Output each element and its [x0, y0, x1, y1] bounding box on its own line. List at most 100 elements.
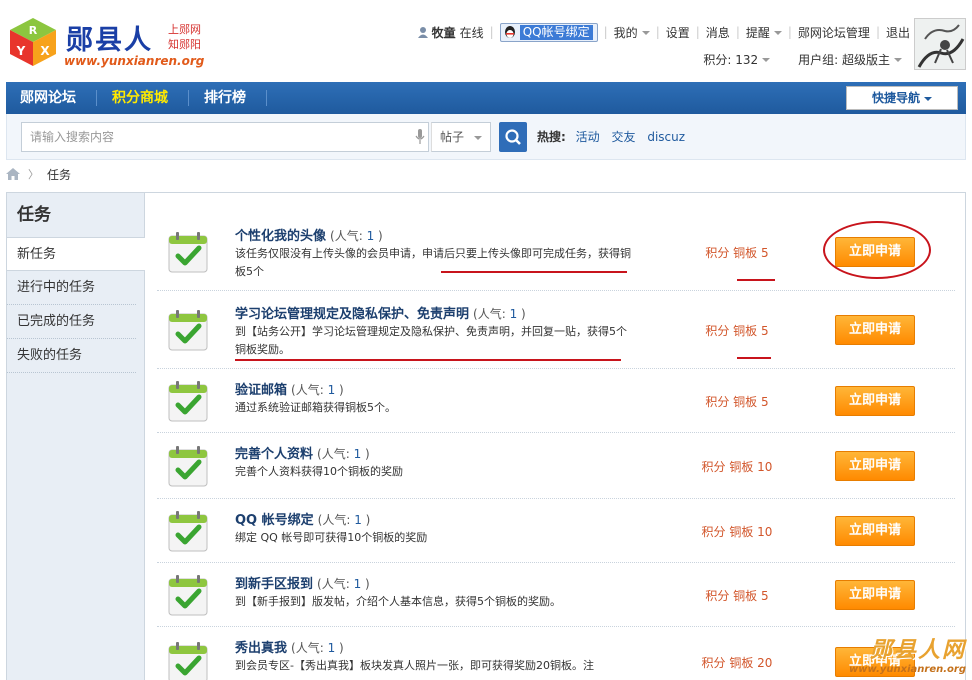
task-name-text: 到新手区报到: [235, 577, 314, 592]
user-icon: [417, 27, 428, 38]
hot-search-link[interactable]: discuz: [647, 130, 685, 144]
sidebar-title: 任务: [17, 205, 51, 225]
task-name[interactable]: 个性化我的头像 (人气: 1 ): [235, 225, 383, 244]
username-link[interactable]: 牧童: [432, 24, 456, 41]
forum-admin-link[interactable]: 郧网论坛管理: [798, 24, 870, 41]
nav-item-forum[interactable]: 郧网论坛: [6, 82, 90, 114]
settings-link[interactable]: 设置: [666, 24, 690, 41]
breadcrumb: 〉 任务: [6, 164, 71, 184]
quick-nav-label: 快捷导航: [871, 91, 920, 105]
popularity-end: ): [365, 513, 371, 527]
task-name-text: 秀出真我: [235, 641, 288, 656]
watermark-title: 郧县人网: [869, 637, 966, 663]
task-popularity: (人气: 1 ): [317, 577, 370, 591]
annotation-circle: [823, 221, 931, 279]
task-row: 验证邮箱 (人气: 1 ) 通过系统验证邮箱获得铜板5个。 积分 铜板 5 立即申请: [157, 369, 955, 433]
task-popularity: (人气: 1 ): [318, 513, 371, 527]
hot-search-link[interactable]: 活动: [576, 130, 600, 144]
apply-button[interactable]: 立即申请: [835, 315, 915, 345]
microphone-icon[interactable]: [415, 129, 425, 145]
logo-letter-y: Y: [16, 44, 26, 58]
task-row: 完善个人资料 (人气: 1 ) 完善个人资料获得10个铜板的奖励 积分 铜板 10 立即…: [157, 433, 955, 499]
sidebar-item-completed[interactable]: 已完成的任务: [7, 305, 136, 339]
popularity-value: 1: [353, 577, 362, 591]
popularity-label: (人气:: [317, 447, 350, 461]
logout-link[interactable]: 退出: [886, 24, 910, 41]
user-stats: 积分: 132 用户组: 超级版主: [703, 50, 902, 68]
task-popularity: (人气: 1 ): [317, 447, 370, 461]
avatar[interactable]: [914, 18, 966, 70]
search-type-select[interactable]: 帖子: [431, 122, 491, 152]
popularity-end: ): [378, 229, 383, 243]
chevron-down-icon: [641, 31, 650, 35]
task-name-text: 学习论坛管理规定及隐私保护、免责声明: [235, 307, 470, 322]
logo-letter-x: X: [40, 44, 50, 58]
breadcrumb-current: 任务: [47, 167, 72, 182]
chevron-down-icon: [474, 135, 483, 140]
reminders-menu[interactable]: 提醒: [746, 24, 782, 41]
messages-link[interactable]: 消息: [706, 24, 730, 41]
user-toolbar: 牧童 在线 | QQ帐号绑定 | 我的 | 设置 | 消息 | 提醒 | 郧网论…: [417, 22, 910, 42]
popularity-end: ): [339, 383, 344, 397]
task-description: 该任务仅限没有上传头像的会员申请，申请后只要上传头像即可完成任务，获得铜板5个: [235, 247, 631, 278]
task-reward: 积分 铜板 10: [701, 460, 773, 474]
calendar-check-icon: [167, 573, 209, 617]
hot-search-link[interactable]: 交友: [611, 130, 635, 144]
sidebar-item-new-tasks[interactable]: 新任务: [7, 237, 145, 271]
task-description: 绑定 QQ 帐号即可获得10个铜板的奖励: [235, 531, 428, 544]
points-menu[interactable]: 积分: 132: [703, 51, 771, 68]
quick-nav-button[interactable]: 快捷导航: [846, 86, 958, 110]
chevron-down-icon: [924, 96, 932, 101]
task-description: 到【新手报到】版发帖，介绍个人基本信息，获得5个铜板的奖励。: [235, 595, 561, 608]
site-logo[interactable]: R Y X 郧县人 上郧网 知郧阳 www.yunxianren.org: [8, 14, 208, 70]
main-nav: 郧网论坛 积分商城 排行榜 快捷导航: [6, 82, 966, 114]
sidebar-item-failed[interactable]: 失败的任务: [7, 339, 136, 373]
apply-button[interactable]: 立即申请: [835, 580, 915, 610]
task-name[interactable]: 验证邮箱 (人气: 1 ): [235, 379, 344, 398]
task-description: 完善个人资料获得10个铜板的奖励: [235, 465, 403, 478]
task-row: 秀出真我 (人气: 1 ) 到会员专区-【秀出真我】板块发真人照片一张，即可获得奖励…: [157, 627, 955, 680]
popularity-label: (人气:: [330, 229, 363, 243]
my-menu[interactable]: 我的: [614, 24, 650, 41]
popularity-value: 1: [353, 447, 362, 461]
points-label: 积分: 132: [703, 52, 759, 67]
popularity-value: 1: [327, 383, 336, 397]
calendar-check-icon: [167, 640, 209, 680]
sidebar-item-in-progress[interactable]: 进行中的任务: [7, 271, 136, 305]
task-name[interactable]: 到新手区报到 (人气: 1 ): [235, 573, 370, 592]
popularity-label: (人气:: [317, 577, 350, 591]
task-name[interactable]: 完善个人资料 (人气: 1 ): [235, 443, 370, 462]
chevron-down-icon: [773, 31, 782, 35]
task-popularity: (人气: 1 ): [291, 383, 344, 397]
task-description: 到【站务公开】学习论坛管理规定及隐私保护、免责声明，并回复一贴，获得5个铜板奖励…: [235, 325, 627, 356]
home-icon[interactable]: [6, 168, 20, 180]
apply-button[interactable]: 立即申请: [835, 386, 915, 416]
task-name-text: 个性化我的头像: [235, 229, 327, 244]
annotation-underline: [737, 279, 775, 281]
search-input[interactable]: 请输入搜索内容: [21, 122, 429, 152]
qq-bind-button[interactable]: QQ帐号绑定: [499, 22, 598, 42]
calendar-check-icon: [167, 509, 209, 553]
nav-item-ranking[interactable]: 排行榜: [190, 82, 260, 114]
task-row: QQ 帐号绑定 (人气: 1 ) 绑定 QQ 帐号即可获得10个铜板的奖励 积分 铜板…: [157, 499, 955, 563]
user-group-menu[interactable]: 用户组: 超级版主: [798, 51, 902, 68]
apply-button[interactable]: 立即申请: [835, 516, 915, 546]
logo-subtitle-1: 上郧网: [168, 23, 201, 36]
task-row: 学习论坛管理规定及隐私保护、免责声明 (人气: 1 ) 到【站务公开】学习论坛管理规…: [157, 291, 955, 369]
task-panel: 任务 新任务 进行中的任务 已完成的任务 失败的任务 个性化我的头像 (人气: 1…: [6, 192, 966, 680]
search-button[interactable]: [499, 122, 527, 152]
popularity-value: 1: [354, 513, 362, 527]
task-name[interactable]: 秀出真我 (人气: 1 ): [235, 637, 344, 656]
logo-subtitle-2: 知郧阳: [168, 38, 201, 51]
task-popularity: (人气: 1 ): [330, 229, 383, 243]
nav-item-points-mall[interactable]: 积分商城: [98, 82, 182, 114]
task-name[interactable]: QQ 帐号绑定 (人气: 1 ): [235, 509, 370, 528]
task-reward: 积分 铜板 5: [705, 324, 769, 338]
task-reward: 积分 铜板 5: [705, 589, 769, 603]
calendar-check-icon: [167, 230, 209, 274]
apply-button[interactable]: 立即申请: [835, 451, 915, 481]
task-reward: 积分 铜板 20: [701, 656, 773, 670]
hot-searches: 热搜: 活动 交友 discuz: [537, 128, 693, 145]
annotation-underline: [441, 271, 627, 273]
task-name[interactable]: 学习论坛管理规定及隐私保护、免责声明 (人气: 1 ): [235, 303, 526, 322]
